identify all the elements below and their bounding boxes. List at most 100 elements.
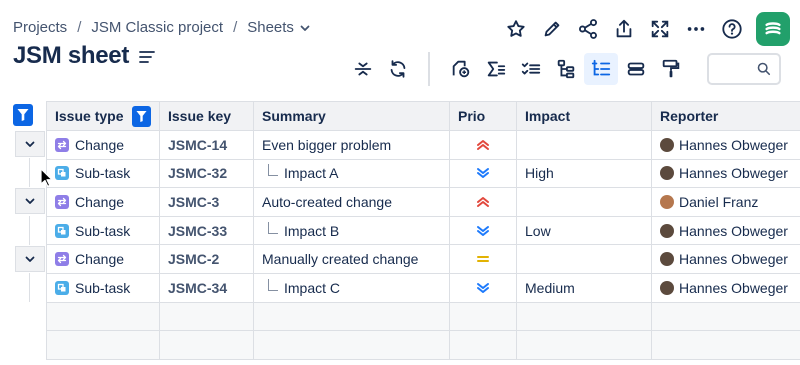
cell-issue-type[interactable]: Change bbox=[46, 187, 160, 217]
row-collapse-button[interactable] bbox=[14, 245, 45, 272]
empty-cell[interactable] bbox=[253, 301, 450, 332]
checklist-icon[interactable] bbox=[514, 53, 548, 85]
empty-cell[interactable] bbox=[651, 330, 800, 360]
empty-cell[interactable] bbox=[449, 330, 517, 360]
cell-reporter[interactable]: Hannes Obweger bbox=[651, 130, 800, 160]
cell-issue-key[interactable]: JSMC-2 bbox=[159, 244, 254, 274]
refresh-icon[interactable] bbox=[381, 53, 415, 85]
collapse-rows-icon[interactable] bbox=[346, 53, 380, 85]
breadcrumb-sheets[interactable]: Sheets bbox=[247, 19, 294, 36]
cell-reporter[interactable]: Hannes Obweger bbox=[651, 272, 800, 303]
column-header-reporter[interactable]: Reporter bbox=[651, 101, 800, 131]
sheets-app-icon bbox=[765, 22, 781, 35]
format-painter-icon[interactable] bbox=[654, 53, 688, 85]
fullscreen-icon[interactable] bbox=[642, 13, 678, 45]
cell-issue-type[interactable]: Sub-task bbox=[46, 215, 160, 246]
cell-impact[interactable] bbox=[516, 130, 652, 160]
table-row[interactable]: Change JSMC-2 Manually created change Hanne… bbox=[46, 244, 800, 274]
row-collapse-button[interactable] bbox=[14, 131, 45, 158]
empty-cell[interactable] bbox=[449, 301, 517, 332]
help-icon[interactable] bbox=[714, 13, 750, 45]
empty-cell[interactable] bbox=[159, 330, 254, 360]
cell-issue-key[interactable]: JSMC-33 bbox=[159, 215, 254, 246]
group-rows-icon[interactable] bbox=[619, 53, 653, 85]
cell-reporter[interactable]: Hannes Obweger bbox=[651, 244, 800, 274]
empty-row[interactable] bbox=[46, 301, 800, 332]
tree-view-icon[interactable] bbox=[584, 53, 618, 85]
hierarchy-icon[interactable] bbox=[549, 53, 583, 85]
more-icon[interactable] bbox=[678, 13, 714, 45]
chevron-down-icon bbox=[25, 199, 34, 205]
app-logo[interactable] bbox=[756, 12, 790, 46]
empty-cell[interactable] bbox=[46, 330, 160, 360]
cell-summary[interactable]: Impact A bbox=[253, 158, 450, 189]
tree-connector bbox=[268, 278, 278, 291]
cell-summary[interactable]: Impact C bbox=[253, 272, 450, 303]
cell-issue-type[interactable]: Sub-task bbox=[46, 272, 160, 303]
cell-issue-key[interactable]: JSMC-32 bbox=[159, 158, 254, 189]
cell-summary[interactable]: Impact B bbox=[253, 215, 450, 246]
add-view-icon[interactable] bbox=[444, 53, 478, 85]
cell-issue-type[interactable]: Change bbox=[46, 130, 160, 160]
column-header-issue-key[interactable]: Issue key bbox=[159, 101, 254, 131]
column-header-impact[interactable]: Impact bbox=[516, 101, 652, 131]
menu-icon[interactable] bbox=[139, 50, 155, 64]
cell-reporter[interactable]: Hannes Obweger bbox=[651, 215, 800, 246]
cell-prio[interactable] bbox=[449, 187, 517, 217]
priority-highest-icon bbox=[458, 139, 508, 151]
table-row[interactable]: Sub-task JSMC-33 Impact B Low Hannes Obweger bbox=[46, 215, 800, 246]
row-filter-button[interactable] bbox=[13, 104, 33, 126]
cell-prio[interactable] bbox=[449, 158, 517, 189]
search-icon[interactable] bbox=[757, 62, 771, 76]
cell-prio[interactable] bbox=[449, 272, 517, 303]
breadcrumb-projects[interactable]: Projects bbox=[13, 19, 67, 36]
cell-summary[interactable]: Manually created change bbox=[253, 244, 450, 274]
cell-impact[interactable] bbox=[516, 244, 652, 274]
chevron-down-icon[interactable] bbox=[300, 23, 310, 33]
cell-issue-key[interactable]: JSMC-34 bbox=[159, 272, 254, 303]
summary-text: Manually created change bbox=[262, 251, 419, 268]
cell-issue-key[interactable]: JSMC-14 bbox=[159, 130, 254, 160]
column-header-summary[interactable]: Summary bbox=[253, 101, 450, 131]
avatar bbox=[660, 194, 674, 209]
column-filter-button[interactable] bbox=[132, 105, 151, 127]
cell-prio[interactable] bbox=[449, 244, 517, 274]
cell-prio[interactable] bbox=[449, 215, 517, 246]
cell-reporter[interactable]: Hannes Obweger bbox=[651, 158, 800, 189]
cell-issue-type[interactable]: Sub-task bbox=[46, 158, 160, 189]
cell-reporter[interactable]: Daniel Franz bbox=[651, 187, 800, 217]
cell-impact[interactable]: Low bbox=[516, 215, 652, 246]
breadcrumb-project[interactable]: JSM Classic project bbox=[91, 19, 223, 36]
table-row[interactable]: Change JSMC-14 Even bigger problem Hannes O… bbox=[46, 130, 800, 160]
empty-cell[interactable] bbox=[651, 301, 800, 332]
empty-cell[interactable] bbox=[516, 301, 652, 332]
sum-icon[interactable] bbox=[479, 53, 513, 85]
star-icon[interactable] bbox=[498, 13, 534, 45]
cell-prio[interactable] bbox=[449, 130, 517, 160]
export-icon[interactable] bbox=[606, 13, 642, 45]
row-collapse-button[interactable] bbox=[14, 188, 45, 215]
empty-cell[interactable] bbox=[159, 301, 254, 332]
cell-impact[interactable] bbox=[516, 187, 652, 217]
column-header-issue-type[interactable]: Issue type bbox=[46, 101, 160, 131]
table-row[interactable]: Sub-task JSMC-34 Impact C Medium Hannes Obwe… bbox=[46, 272, 800, 303]
cell-issue-type[interactable]: Change bbox=[46, 244, 160, 274]
search-field[interactable] bbox=[707, 53, 781, 85]
header-actions bbox=[498, 12, 790, 46]
cell-summary[interactable]: Even bigger problem bbox=[253, 130, 450, 160]
table-row[interactable]: Sub-task JSMC-32 Impact A High Hannes Obwege… bbox=[46, 158, 800, 189]
cell-issue-key[interactable]: JSMC-3 bbox=[159, 187, 254, 217]
cell-summary[interactable]: Auto-created change bbox=[253, 187, 450, 217]
cell-impact[interactable]: Medium bbox=[516, 272, 652, 303]
empty-cell[interactable] bbox=[253, 330, 450, 360]
table-row[interactable]: Change JSMC-3 Auto-created change Daniel Fr… bbox=[46, 187, 800, 217]
empty-row[interactable] bbox=[46, 330, 800, 360]
empty-cell[interactable] bbox=[516, 330, 652, 360]
empty-cell[interactable] bbox=[46, 301, 160, 332]
column-header-prio[interactable]: Prio bbox=[449, 101, 517, 131]
share-icon[interactable] bbox=[570, 13, 606, 45]
cell-impact[interactable]: High bbox=[516, 158, 652, 189]
issue-type-label: Change bbox=[75, 193, 125, 210]
edit-icon[interactable] bbox=[534, 13, 570, 45]
reporter-name: Hannes Obweger bbox=[679, 165, 788, 182]
